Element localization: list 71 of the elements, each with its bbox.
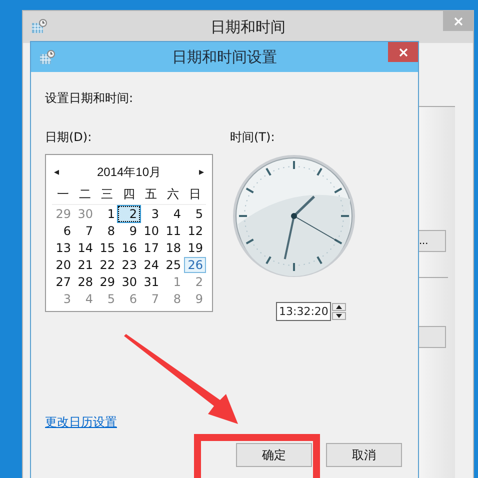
time-field[interactable]: 13:32:20 [276,302,331,321]
window-title: 日期和时间 [210,18,286,36]
change-button[interactable]: ... [418,230,446,252]
calendar-day[interactable]: 6 [52,223,74,239]
calendar-day[interactable]: 19 [184,240,206,256]
time-label: 时间(T): [230,129,276,146]
spin-up-button[interactable] [332,303,346,311]
calendar-day[interactable]: 23 [118,257,140,273]
calendar-day[interactable]: 13 [52,240,74,256]
calendar-day[interactable]: 5 [184,206,206,222]
calendar-day[interactable]: 18 [162,240,184,256]
close-icon [454,16,462,26]
weekday-label: 二 [74,185,96,205]
calendar-day[interactable]: 30 [118,274,140,290]
dialog-title: 日期和时间设置 [172,48,277,66]
calendar-day[interactable]: 7 [74,223,96,239]
calendar-day[interactable]: 21 [74,257,96,273]
up-triangle-icon [336,305,342,309]
calendar-day[interactable]: 9 [184,291,206,307]
calendar-day[interactable]: 7 [140,291,162,307]
calendar-day[interactable]: 6 [118,291,140,307]
cancel-button[interactable]: 取消 [326,443,402,467]
calendar-day[interactable]: 11 [162,223,184,239]
weekday-label: 六 [162,185,184,205]
side-button[interactable] [418,326,446,348]
calendar-day[interactable]: 22 [96,257,118,273]
calendar-day[interactable]: 27 [52,274,74,290]
close-button[interactable] [388,42,418,62]
calendar-day[interactable]: 9 [118,223,140,239]
calendar-day[interactable]: 31 [140,274,162,290]
calendar-day[interactable]: 4 [162,206,184,222]
calendar-day[interactable]: 29 [96,274,118,290]
ok-button[interactable]: 确定 [236,443,312,467]
calendar-day[interactable]: 29 [52,206,74,222]
close-icon [398,48,408,56]
spin-down-button[interactable] [332,312,346,320]
calendar-day[interactable]: 26 [184,257,206,273]
date-label: 日期(D): [45,129,93,146]
calendar-day[interactable]: 14 [74,240,96,256]
previous-month-button[interactable]: ◂ [54,166,59,178]
calendar-day[interactable]: 2 [184,274,206,290]
weekday-label: 五 [140,185,162,205]
calendar-clock-icon [31,18,47,34]
calendar-day[interactable]: 12 [184,223,206,239]
next-month-button[interactable]: ▸ [198,166,204,178]
calendar-clock-icon [39,49,55,65]
calendar-day[interactable]: 24 [140,257,162,273]
calendar-day[interactable]: 20 [52,257,74,273]
calendar-day[interactable]: 15 [96,240,118,256]
calendar-day[interactable]: 8 [96,223,118,239]
calendar-day[interactable]: 1 [96,206,118,222]
calendar-day[interactable]: 4 [74,291,96,307]
heading-label: 设置日期和时间: [45,90,134,107]
month-title[interactable]: 2014年10月 [96,164,162,180]
weekday-label: 三 [96,185,118,205]
calendar-day[interactable]: 3 [140,206,162,222]
calendar-day[interactable]: 8 [162,291,184,307]
weekday-label: 一 [52,185,74,205]
calendar-day[interactable]: 1 [162,274,184,290]
calendar-day[interactable]: 16 [118,240,140,256]
calendar-day[interactable]: 5 [96,291,118,307]
calendar-day[interactable]: 25 [162,257,184,273]
calendar-day[interactable]: 30 [74,206,96,222]
calendar-day[interactable]: 17 [140,240,162,256]
calendar-settings-link[interactable]: 更改日历设置 [45,414,117,431]
calendar-day[interactable]: 2 [118,206,140,222]
down-triangle-icon [336,314,342,318]
calendar-day[interactable]: 28 [74,274,96,290]
weekday-label: 日 [184,185,206,205]
calendar-day[interactable]: 10 [140,223,162,239]
calendar-day[interactable]: 3 [52,291,74,307]
